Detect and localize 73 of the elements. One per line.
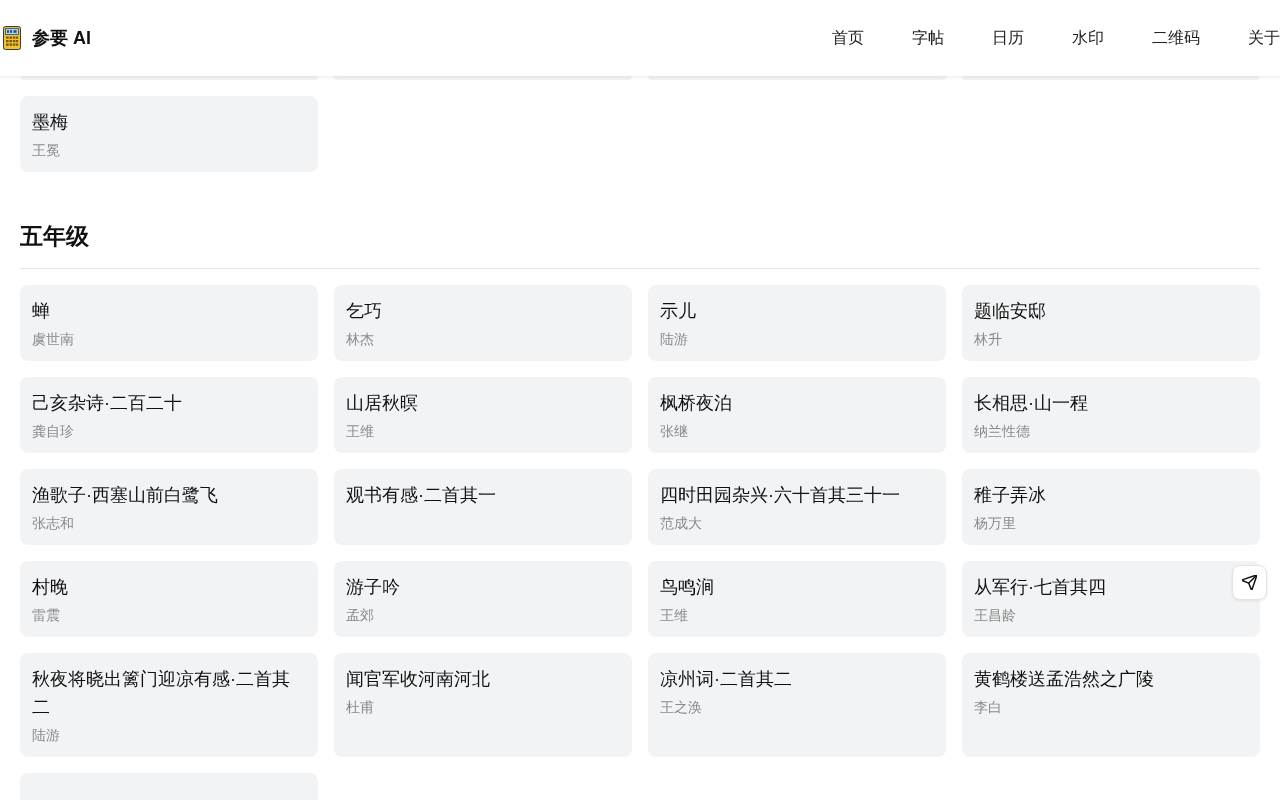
poem-author: 林升	[974, 330, 1003, 349]
poem-card[interactable]: 己亥杂诗·二百二十 龚自珍	[20, 377, 318, 453]
poem-title: 乞巧	[346, 300, 383, 323]
poem-card[interactable]: 黄鹤楼送孟浩然之广陵 李白	[962, 653, 1260, 757]
poem-card[interactable]: 秋夜将晓出篱门迎凉有感·二首其二 陆游	[20, 653, 318, 757]
poem-card[interactable]: 从军行·七首其四 王昌龄	[962, 561, 1260, 637]
poem-title: 稚子弄冰	[974, 484, 1047, 507]
poem-author: 王维	[346, 422, 375, 441]
send-icon	[1242, 575, 1257, 590]
poem-card[interactable]: 题临安邸 林升	[962, 285, 1260, 361]
poem-card[interactable]: 山居秋暝 王维	[334, 377, 632, 453]
poem-author: 杨万里	[974, 514, 1017, 533]
poem-author: 王冕	[32, 141, 61, 160]
poem-title: 黄鹤楼送孟浩然之广陵	[974, 668, 1155, 691]
poem-card[interactable]: 四时田园杂兴·六十首其三十一 范成大	[648, 469, 946, 545]
poem-card[interactable]: 游子吟 孟郊	[334, 561, 632, 637]
section-heading: 五年级	[20, 220, 1260, 269]
poem-author: 张志和	[32, 514, 75, 533]
poem-title: 观书有感·二首其一	[346, 484, 497, 507]
nav-link[interactable]: 字帖	[912, 26, 944, 50]
poem-title: 题临安邸	[974, 300, 1047, 323]
poem-card[interactable]: 蝉 虞世南	[20, 285, 318, 361]
poem-title: 从军行·七首其四	[974, 576, 1107, 599]
poem-title: 渔歌子·西塞山前白鹭飞	[32, 484, 219, 507]
poem-card[interactable]: 示儿 陆游	[648, 285, 946, 361]
poem-author: 雷震	[32, 606, 61, 625]
poem-card[interactable]: 长相思·山一程 纳兰性德	[962, 377, 1260, 453]
poem-card[interactable]: 鸟鸣涧 王维	[648, 561, 946, 637]
poem-author: 王维	[660, 606, 689, 625]
poem-title: 墨梅	[32, 111, 69, 134]
poem-author: 龚自珍	[32, 422, 75, 441]
poem-card[interactable]: 稚子弄冰 杨万里	[962, 469, 1260, 545]
poem-card[interactable]: 凉州词·二首其二 王之涣	[648, 653, 946, 757]
poem-title: 秋夜将晓出篱门迎凉有感·二首其二	[32, 668, 291, 719]
poem-card[interactable]: 枫桥夜泊 张继	[648, 377, 946, 453]
poem-author: 杜甫	[346, 698, 375, 717]
poem-title: 凉州词·二首其二	[660, 668, 793, 691]
poem-title: 鸟鸣涧	[660, 576, 715, 599]
nav-link[interactable]: 水印	[1072, 26, 1104, 50]
poem-author: 林杰	[346, 330, 375, 349]
poem-title: 蝉	[32, 300, 51, 323]
poem-author: 张继	[660, 422, 689, 441]
nav-link[interactable]: 关于	[1248, 26, 1280, 50]
poem-card[interactable]: 渔歌子·西塞山前白鹭飞 张志和	[20, 469, 318, 545]
nav-link[interactable]: 二维码	[1152, 26, 1200, 50]
poem-card[interactable]: 村晚 雷震	[20, 561, 318, 637]
send-button[interactable]	[1232, 565, 1267, 600]
brand-name[interactable]: 参要 AI	[32, 26, 91, 50]
poem-title: 四时田园杂兴·六十首其三十一	[660, 484, 901, 507]
poem-title: 山居秋暝	[346, 392, 419, 415]
poem-title: 村晚	[32, 576, 69, 599]
poem-author: 陆游	[660, 330, 689, 349]
poem-author: 王之涣	[660, 698, 703, 717]
poem-author: 陆游	[32, 726, 61, 745]
poem-title: 示儿	[660, 300, 697, 323]
poem-title: 闻官军收河南河北	[346, 668, 491, 691]
poem-author: 纳兰性德	[974, 422, 1031, 441]
calculator-icon	[3, 26, 21, 50]
poem-title: 游子吟	[346, 576, 401, 599]
poem-author: 范成大	[660, 514, 703, 533]
poem-author: 孟郊	[346, 606, 375, 625]
poem-card[interactable]: 闻官军收河南河北 杜甫	[334, 653, 632, 757]
poem-card[interactable]: 观书有感·二首其一	[334, 469, 632, 545]
poem-card[interactable]: 乞巧 林杰	[334, 285, 632, 361]
poem-title: 己亥杂诗·二百二十	[32, 392, 183, 415]
poem-author: 王昌龄	[974, 606, 1017, 625]
nav-link[interactable]: 首页	[832, 26, 864, 50]
nav-link[interactable]: 日历	[992, 26, 1024, 50]
poem-card[interactable]: 墨梅 王冕	[20, 96, 318, 172]
poem-title: 长相思·山一程	[974, 392, 1089, 415]
poem-author: 李白	[974, 698, 1003, 717]
poem-title: 枫桥夜泊	[660, 392, 733, 415]
poem-author: 虞世南	[32, 330, 75, 349]
